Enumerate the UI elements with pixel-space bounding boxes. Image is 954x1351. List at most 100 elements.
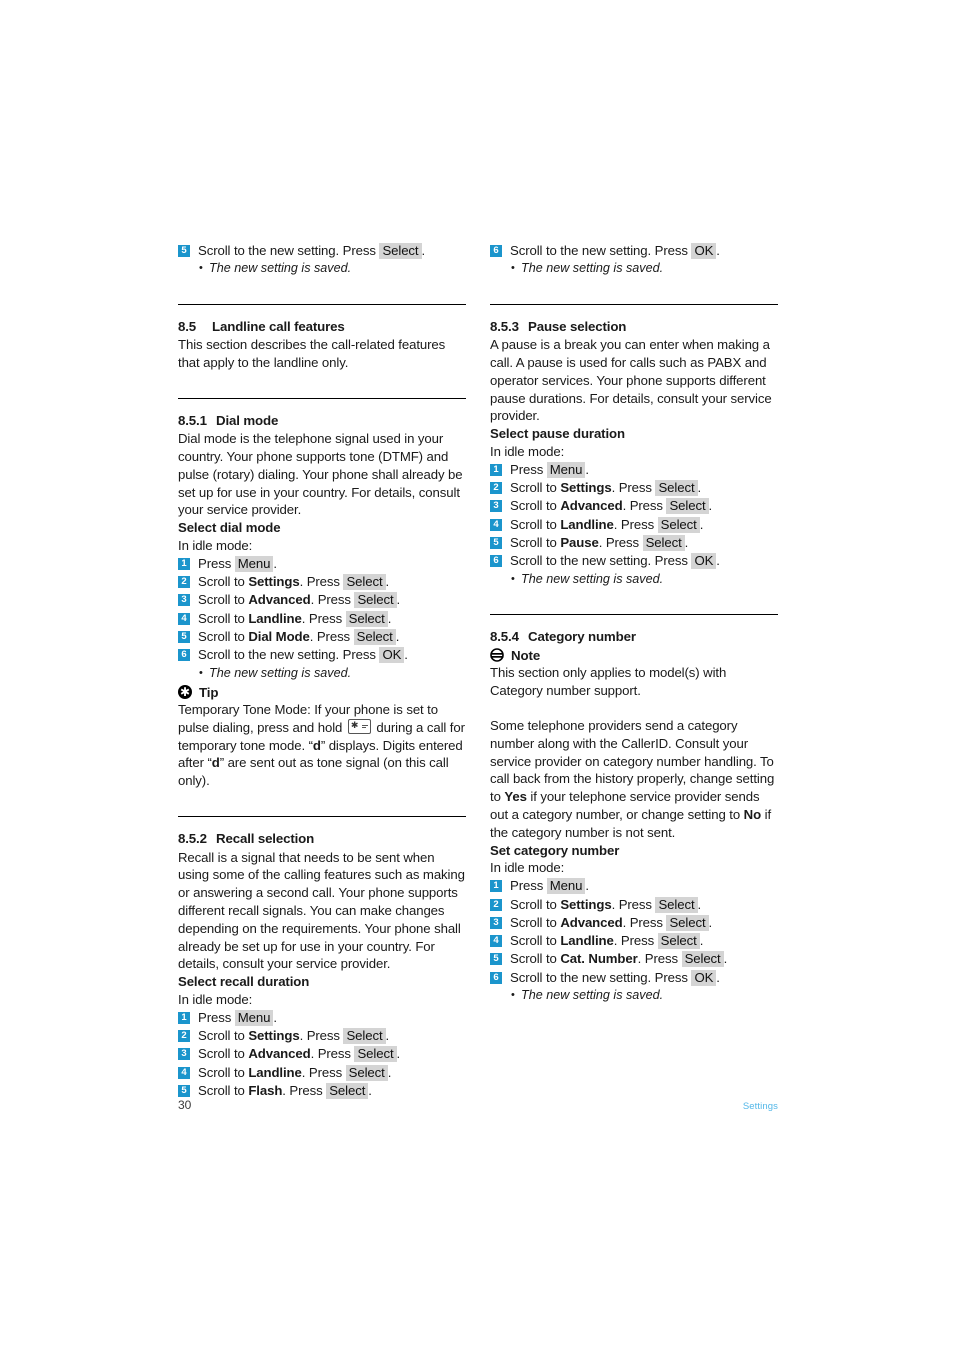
bullet-item: • The new setting is saved. bbox=[490, 987, 778, 1004]
key-chip-menu[interactable]: Menu bbox=[546, 878, 586, 895]
section-number: 8.5.1 bbox=[178, 412, 207, 428]
step-text-pre: Scroll to bbox=[510, 951, 557, 967]
key-chip-select[interactable]: Select bbox=[655, 896, 698, 913]
step-text-post: . bbox=[723, 951, 728, 967]
step-number-badge: 4 bbox=[178, 612, 190, 625]
key-chip-select[interactable]: Select bbox=[326, 1082, 369, 1099]
key-chip-select[interactable]: Select bbox=[354, 1046, 397, 1063]
key-chip-select[interactable]: Select bbox=[354, 592, 397, 609]
step-number-badge: 1 bbox=[178, 1011, 190, 1024]
step-number-badge: 3 bbox=[178, 594, 190, 607]
step-text-mid: . Press bbox=[613, 933, 655, 949]
key-chip-select[interactable]: Select bbox=[353, 629, 396, 646]
menu-item-name: Pause bbox=[560, 534, 599, 550]
step-item: 5 Scroll to Dial Mode. Press Select. bbox=[178, 628, 466, 646]
step-text-pre: Press bbox=[198, 1009, 232, 1025]
idle-mode-label: In idle mode: bbox=[490, 860, 565, 876]
section-body-8-5-1: Dial mode is the telephone signal used i… bbox=[178, 431, 463, 518]
key-chip-select[interactable]: Select bbox=[343, 574, 386, 591]
section-number: 8.5.3 bbox=[490, 318, 519, 334]
step-item: 2 Scroll to Settings. Press Select. bbox=[490, 896, 778, 914]
section-body-8-5-2: Recall is a signal that needs to be sent… bbox=[178, 849, 465, 972]
step-text-pre: Scroll to bbox=[198, 1082, 245, 1098]
step-text-pre: Scroll to bbox=[510, 933, 557, 949]
key-chip-select[interactable]: Select bbox=[666, 498, 709, 515]
idle-mode-label: In idle mode: bbox=[178, 991, 253, 1007]
bullet-text: The new setting is saved. bbox=[209, 665, 352, 680]
step-text-pre: Scroll to bbox=[198, 592, 245, 608]
subheading-select-dial-mode: Select dial mode bbox=[178, 520, 281, 536]
step-text-mid: . Press bbox=[310, 1046, 351, 1062]
key-chip-menu[interactable]: Menu bbox=[546, 461, 586, 478]
step-text-pre: Scroll to bbox=[510, 914, 557, 930]
key-chip-ok[interactable]: OK bbox=[379, 647, 405, 664]
step-item: 6 Scroll to the new setting. Press OK. bbox=[490, 242, 778, 260]
step-number-badge: 5 bbox=[178, 631, 190, 644]
step-number-badge: 1 bbox=[490, 880, 502, 893]
key-chip-select[interactable]: Select bbox=[681, 951, 724, 968]
key-chip-ok[interactable]: OK bbox=[691, 969, 717, 986]
step-text-post: . bbox=[585, 461, 589, 477]
step-text-mid: . Press bbox=[611, 480, 652, 496]
key-chip-ok[interactable]: OK bbox=[691, 243, 717, 259]
step-text: Scroll to Landline. Press Select. bbox=[198, 610, 466, 628]
step-number-badge: 3 bbox=[490, 500, 502, 513]
step-item: 3 Scroll to Advanced. Press Select. bbox=[178, 591, 466, 609]
step-item: 4 Scroll to Landline. Press Select. bbox=[178, 1064, 466, 1082]
setting-value-no: No bbox=[743, 807, 762, 823]
tip-label: Tip bbox=[199, 684, 219, 700]
key-chip-select[interactable]: Select bbox=[343, 1028, 386, 1045]
step-text-post: . bbox=[716, 969, 720, 985]
step-item: 3 Scroll to Advanced. Press Select. bbox=[490, 914, 778, 932]
step-text-post: . bbox=[404, 647, 408, 663]
step-text: Scroll to Cat. Number. Press Select. bbox=[510, 950, 778, 968]
menu-item-name: Settings bbox=[248, 574, 300, 590]
bullet-text: The new setting is saved. bbox=[521, 261, 664, 276]
step-text-pre: Scroll to bbox=[198, 574, 245, 590]
key-chip-select[interactable]: Select bbox=[379, 243, 422, 259]
menu-item-name: Landline bbox=[248, 1064, 302, 1080]
bullet-text: The new setting is saved. bbox=[521, 988, 664, 1003]
step-item: 3 Scroll to Advanced. Press Select. bbox=[178, 1045, 466, 1063]
key-chip-menu[interactable]: Menu bbox=[234, 1009, 274, 1026]
key-chip-select[interactable]: Select bbox=[345, 610, 388, 627]
key-chip-select[interactable]: Select bbox=[642, 534, 685, 551]
step-text-pre: Scroll to the new setting. Press bbox=[198, 243, 376, 258]
section-title: Dial mode bbox=[216, 412, 279, 428]
bullet-item: • The new setting is saved. bbox=[490, 571, 778, 588]
key-chip-menu[interactable]: Menu bbox=[234, 555, 274, 572]
step-text-mid: . Press bbox=[611, 896, 652, 912]
step-text-post: . bbox=[708, 914, 713, 930]
step-text-pre: Scroll to bbox=[198, 1046, 245, 1062]
step-text: Scroll to Landline. Press Select. bbox=[510, 516, 778, 534]
category-text-2: if your telephone service provider sends… bbox=[490, 789, 760, 823]
step-number-badge: 6 bbox=[490, 555, 502, 568]
step-text: Scroll to the new setting. Press OK. bbox=[510, 552, 778, 570]
tip-bold-d: d bbox=[312, 737, 321, 753]
step-text-pre: Scroll to bbox=[198, 610, 245, 626]
section-divider bbox=[178, 397, 466, 399]
key-chip-select[interactable]: Select bbox=[655, 480, 698, 497]
key-chip-select[interactable]: Select bbox=[666, 914, 709, 931]
note-circle-icon bbox=[490, 648, 504, 663]
step-text-mid: . Press bbox=[301, 1064, 343, 1080]
step-text-pre: Scroll to the new setting. Press bbox=[510, 553, 688, 569]
step-number-badge: 3 bbox=[178, 1048, 190, 1061]
step-text-pre: Scroll to the new setting. Press bbox=[510, 969, 688, 985]
menu-item-name: Settings bbox=[560, 480, 612, 496]
section-title: Category number bbox=[528, 628, 636, 644]
step-text-post: . bbox=[716, 553, 720, 569]
key-chip-select[interactable]: Select bbox=[657, 933, 700, 950]
step-text-mid: . Press bbox=[282, 1082, 323, 1098]
key-chip-select[interactable]: Select bbox=[345, 1064, 388, 1081]
menu-item-name: Dial Mode bbox=[248, 629, 310, 645]
step-text: Scroll to Settings. Press Select. bbox=[510, 896, 778, 914]
key-chip-select[interactable]: Select bbox=[657, 516, 700, 533]
asterisk-circle-icon: ✱ bbox=[178, 685, 192, 700]
step-text-post: . bbox=[273, 555, 277, 571]
step-number-badge: 6 bbox=[490, 245, 502, 257]
step-item: 2 Scroll to Settings. Press Select. bbox=[490, 479, 778, 497]
left-column: 5 Scroll to the new setting. Press Selec… bbox=[178, 242, 466, 1100]
key-chip-ok[interactable]: OK bbox=[691, 553, 717, 570]
note-label: Note bbox=[511, 647, 541, 663]
